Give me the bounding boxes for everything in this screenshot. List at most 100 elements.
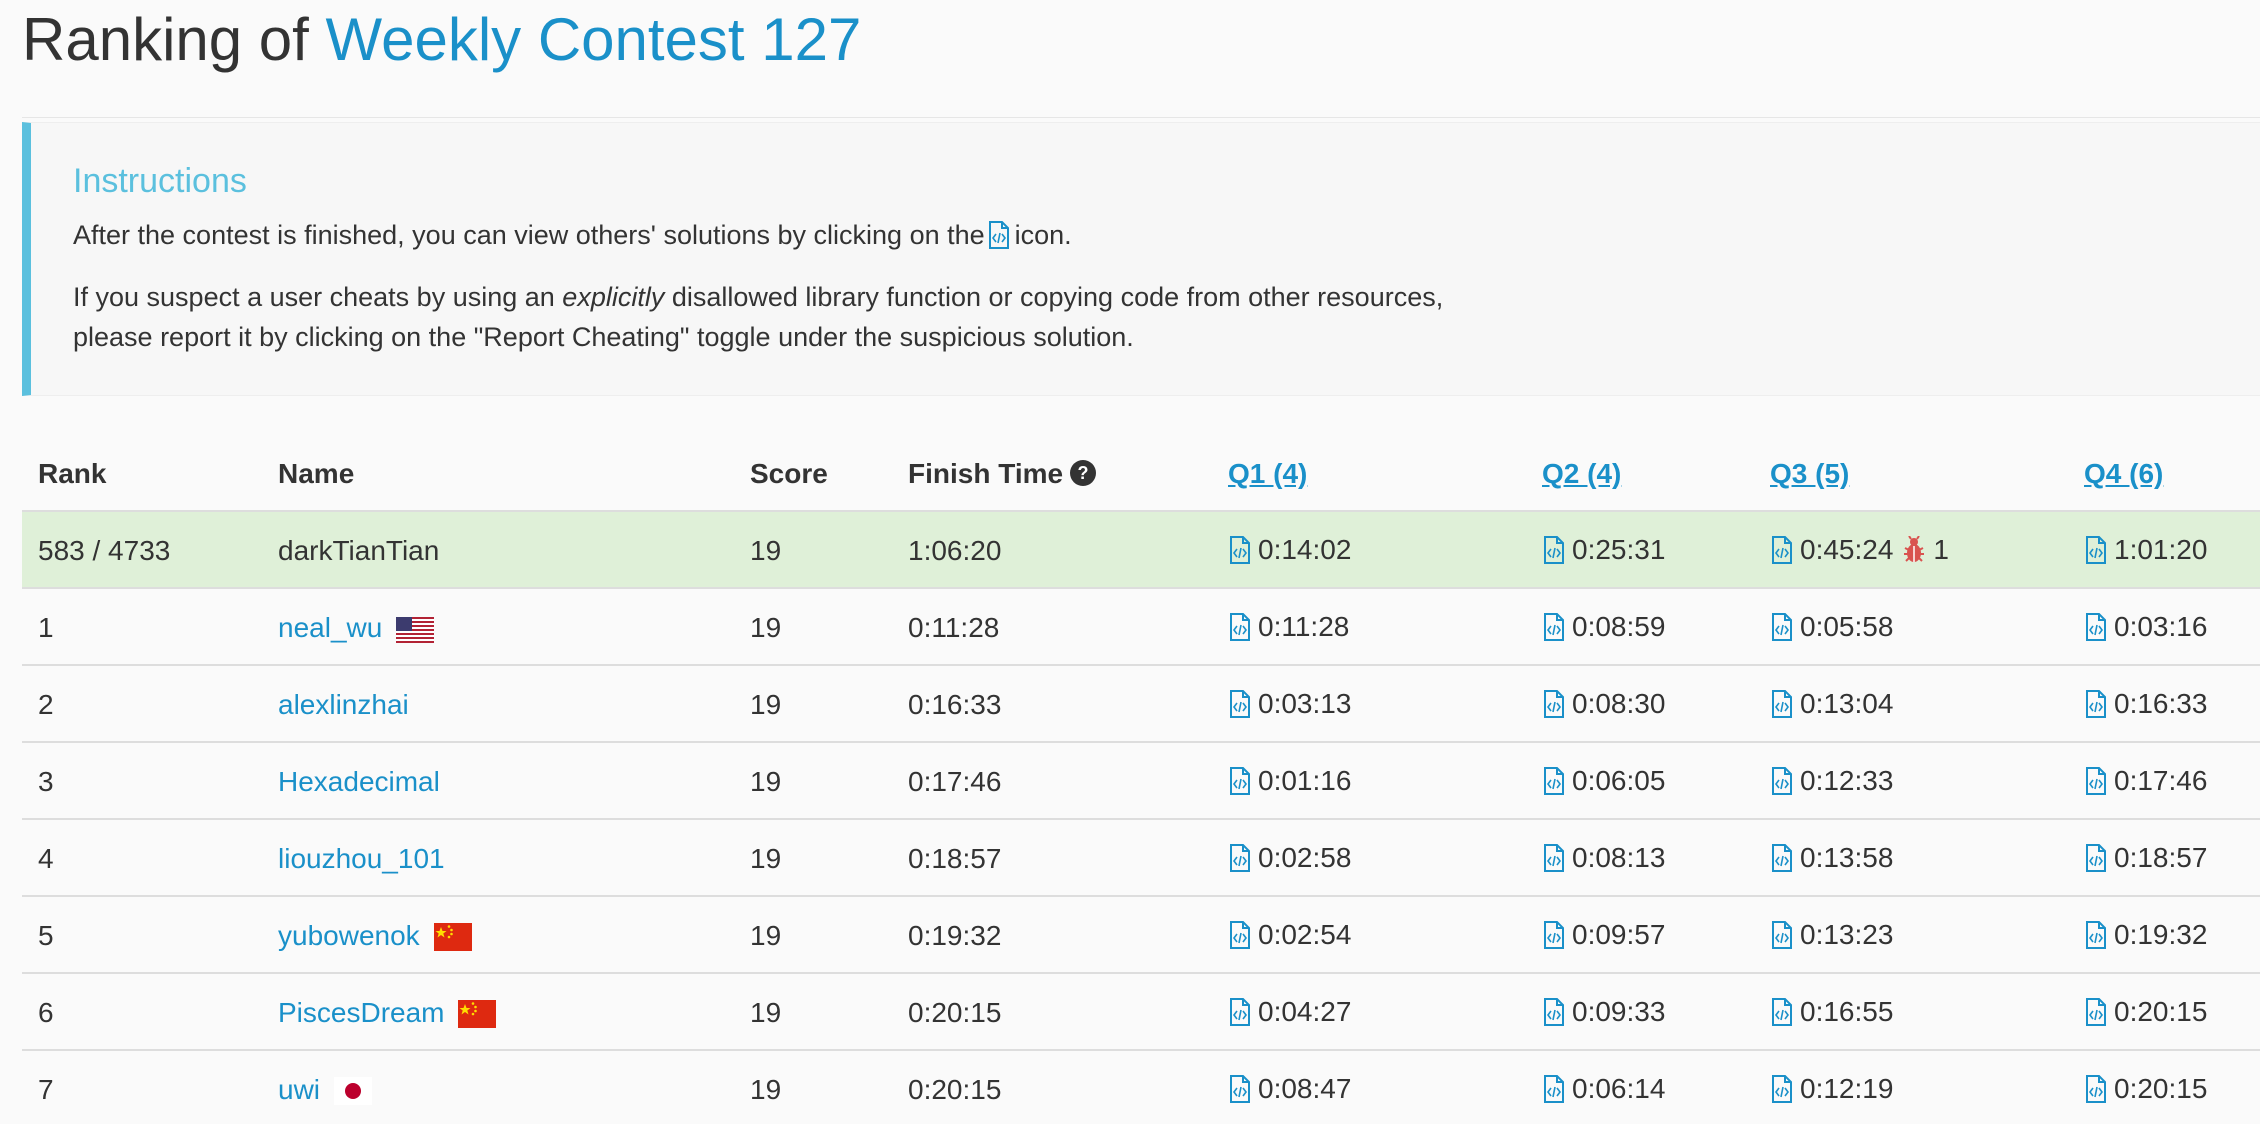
score-cell: 19 — [750, 997, 782, 1028]
ranking-page: Ranking of Weekly Contest 127 Instructio… — [0, 0, 2260, 1124]
header-q1[interactable]: Q1 (4) — [1228, 430, 1307, 510]
q2-time: 0:08:30 — [1572, 687, 1666, 719]
question-circle-icon[interactable]: ? — [1069, 459, 1097, 487]
q4-time: 0:19:32 — [2114, 918, 2208, 950]
header-q4[interactable]: Q4 (6) — [2084, 430, 2163, 510]
instructions-line-1-end: icon. — [1014, 220, 1072, 250]
code-file-icon[interactable] — [2084, 997, 2108, 1026]
code-file-icon[interactable] — [1770, 843, 1794, 872]
contest-link[interactable]: Weekly Contest 127 — [326, 6, 862, 73]
q3-time-cell: 0:16:55 — [1770, 974, 1893, 1049]
code-file-icon[interactable] — [1542, 766, 1566, 795]
q1-time-cell: 0:03:13 — [1228, 666, 1351, 741]
code-file-icon[interactable] — [1542, 612, 1566, 641]
q2-time-cell: 0:06:05 — [1542, 743, 1665, 818]
user-name-link[interactable]: liouzhou_101 — [278, 843, 445, 874]
code-file-icon[interactable] — [1542, 843, 1566, 872]
q1-time-cell: 0:01:16 — [1228, 743, 1351, 818]
bug-icon — [1904, 535, 1925, 562]
code-file-icon[interactable] — [2084, 1074, 2108, 1103]
header-q2[interactable]: Q2 (4) — [1542, 430, 1621, 510]
table-row: 2 alexlinzhai 19 0:16:33 0:03:13 0:08:30 0:13:… — [22, 666, 2260, 743]
name-cell: neal_wu — [278, 589, 435, 664]
user-name-link[interactable]: neal_wu — [278, 612, 382, 643]
finish-time-cell: 0:20:15 — [908, 997, 1002, 1028]
ranking-table: Rank Name Score Finish Time? Q1 (4) Q2 (… — [22, 430, 2260, 1124]
code-file-icon[interactable] — [1228, 1074, 1252, 1103]
code-file-icon[interactable] — [1228, 535, 1252, 564]
finish-time-cell: 0:11:28 — [908, 612, 1000, 643]
code-file-icon[interactable] — [1228, 997, 1252, 1026]
header-finish-label: Finish Time — [908, 458, 1064, 489]
score-cell: 19 — [750, 689, 782, 720]
code-file-icon[interactable] — [2084, 535, 2108, 564]
user-name-link[interactable]: yubowenok — [278, 920, 420, 951]
q4-time: 0:20:15 — [2114, 1072, 2208, 1104]
rank-cell: 5 — [38, 920, 54, 951]
instructions-heading: Instructions — [73, 162, 247, 200]
q1-time: 0:03:13 — [1258, 687, 1352, 719]
user-name-link[interactable]: alexlinzhai — [278, 689, 409, 720]
user-name-link[interactable]: Hexadecimal — [278, 766, 440, 797]
q3-time: 0:45:24 — [1800, 533, 1894, 565]
user-name-link[interactable]: PiscesDream — [278, 997, 444, 1028]
code-file-icon[interactable] — [2084, 843, 2108, 872]
code-file-icon[interactable] — [1228, 612, 1252, 641]
rank-cell: 7 — [38, 1074, 54, 1105]
code-file-icon[interactable] — [1770, 1074, 1794, 1103]
page-title: Ranking of Weekly Contest 127 — [22, 0, 861, 80]
code-file-icon[interactable] — [1770, 689, 1794, 718]
code-file-icon[interactable] — [1770, 612, 1794, 641]
rank-cell: 583 / 4733 — [38, 535, 171, 566]
instructions-emphasis: explicitly — [562, 282, 665, 312]
name-cell: darkTianTian — [278, 512, 439, 587]
name-cell: liouzhou_101 — [278, 820, 445, 895]
q1-time: 0:02:54 — [1258, 918, 1352, 950]
q1-time-cell: 0:08:47 — [1228, 1051, 1351, 1124]
score-cell: 19 — [750, 766, 782, 797]
code-file-icon[interactable] — [1542, 997, 1566, 1026]
code-file-icon[interactable] — [1770, 920, 1794, 949]
q1-time: 0:01:16 — [1258, 764, 1352, 796]
q4-time-cell: 0:03:16 — [2084, 589, 2207, 664]
code-file-icon[interactable] — [1228, 843, 1252, 872]
header-q3[interactable]: Q3 (5) — [1770, 430, 1849, 510]
user-name-link[interactable]: uwi — [278, 1074, 320, 1105]
code-file-icon[interactable] — [1770, 997, 1794, 1026]
code-file-icon[interactable] — [1770, 535, 1794, 564]
rank-cell: 1 — [38, 612, 54, 643]
q3-time-cell: 0:13:04 — [1770, 666, 1893, 741]
code-file-icon[interactable] — [2084, 689, 2108, 718]
q2-time: 0:06:14 — [1572, 1072, 1666, 1104]
code-file-icon[interactable] — [1228, 766, 1252, 795]
code-file-icon[interactable] — [1228, 920, 1252, 949]
flag-us-icon — [396, 617, 435, 643]
code-file-icon[interactable] — [2084, 612, 2108, 641]
q1-time: 0:04:27 — [1258, 995, 1352, 1027]
code-file-icon[interactable] — [1542, 689, 1566, 718]
header-rank: Rank — [38, 458, 107, 489]
q1-time-cell: 0:14:02 — [1228, 512, 1351, 587]
header-finish-time: Finish Time? — [908, 430, 1097, 510]
code-file-icon[interactable] — [1228, 689, 1252, 718]
code-file-icon[interactable] — [2084, 920, 2108, 949]
q4-time: 0:16:33 — [2114, 687, 2208, 719]
table-row: 1 neal_wu 19 0:11:28 0:11:28 0:08:59 0:05:58 0:… — [22, 589, 2260, 666]
q4-time: 1:01:20 — [2114, 533, 2208, 565]
code-file-icon[interactable] — [1542, 535, 1566, 564]
code-file-icon[interactable] — [2084, 766, 2108, 795]
name-cell: PiscesDream — [278, 974, 497, 1049]
q3-time: 0:12:19 — [1800, 1072, 1894, 1104]
code-file-icon[interactable] — [1770, 766, 1794, 795]
code-file-icon[interactable] — [1542, 1074, 1566, 1103]
title-prefix: Ranking of — [22, 6, 309, 73]
code-file-icon[interactable] — [1542, 920, 1566, 949]
q1-time: 0:08:47 — [1258, 1072, 1352, 1104]
q2-time: 0:08:59 — [1572, 610, 1666, 642]
score-cell: 19 — [750, 535, 782, 566]
q1-time-cell: 0:04:27 — [1228, 974, 1351, 1049]
q3-time: 0:05:58 — [1800, 610, 1894, 642]
q4-time: 0:17:46 — [2114, 764, 2208, 796]
rank-cell: 3 — [38, 766, 54, 797]
table-row: 7 uwi 19 0:20:15 0:08:47 0:06:14 0:12:19 0:20:1… — [22, 1051, 2260, 1124]
